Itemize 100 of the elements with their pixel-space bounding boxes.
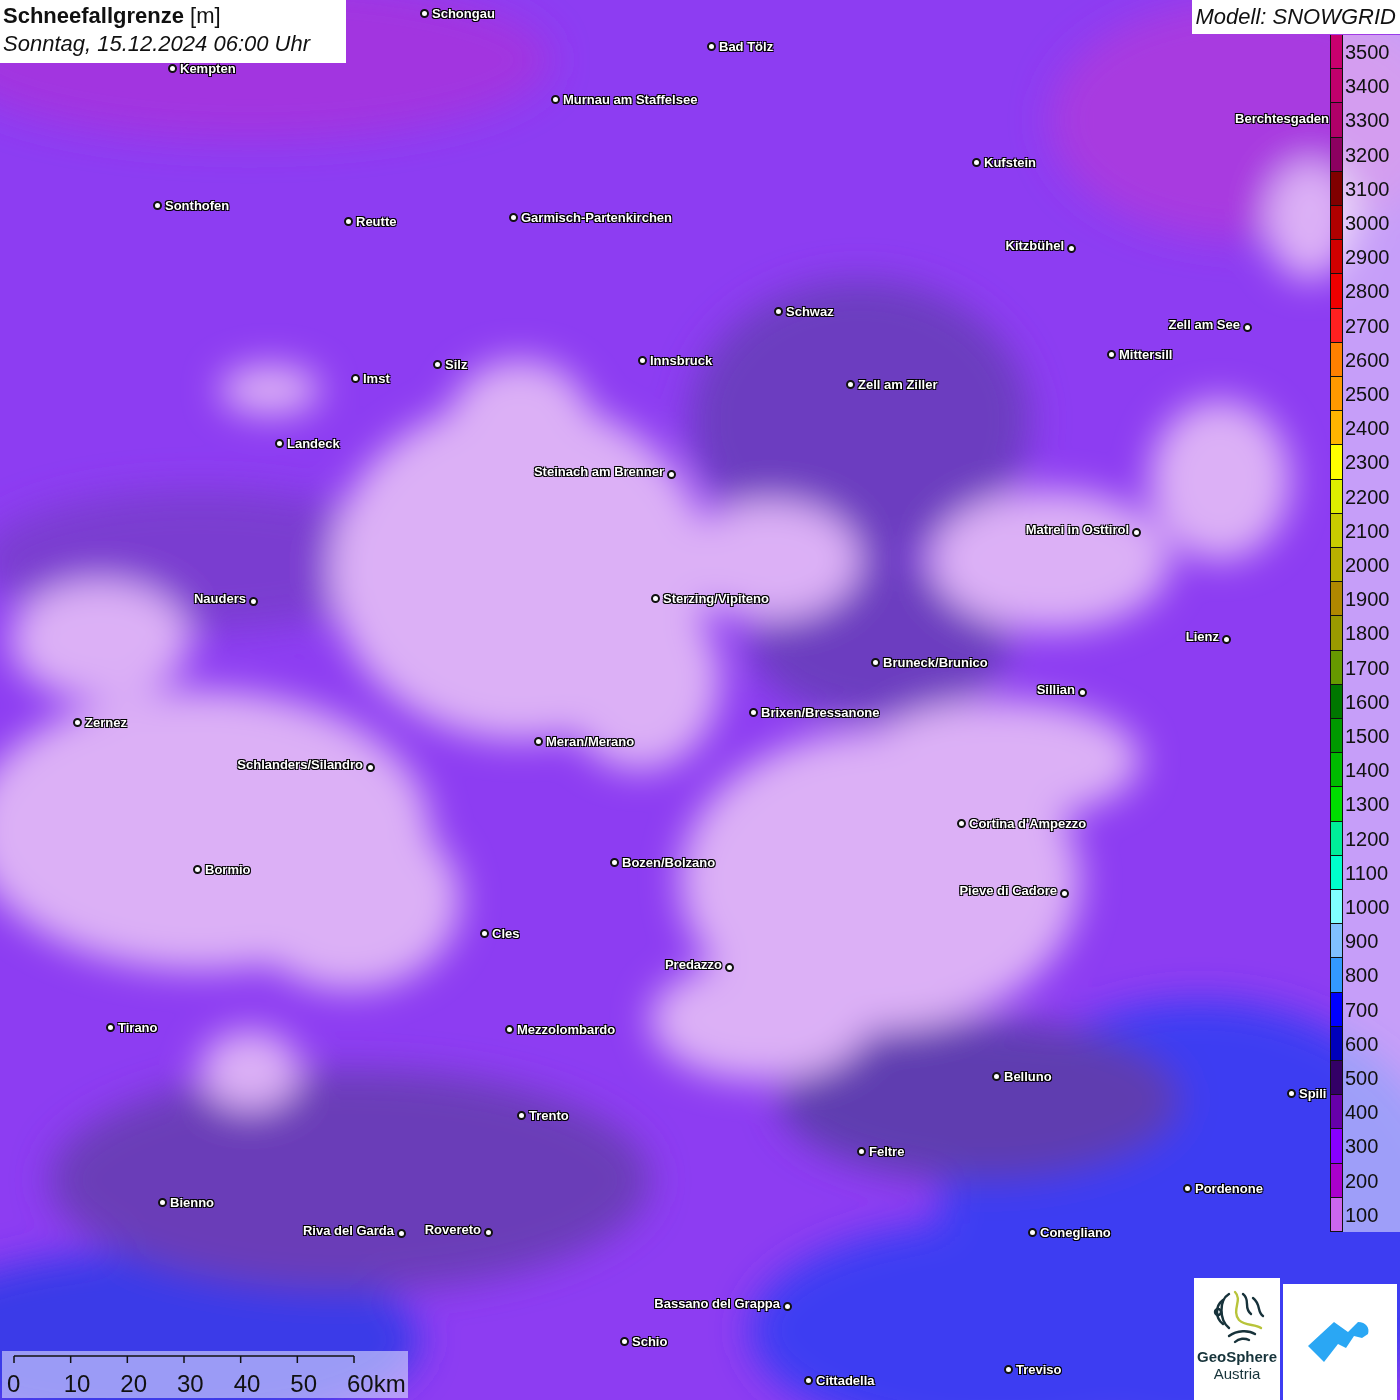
city-dot <box>157 1197 167 1207</box>
legend-label: 900 <box>1345 930 1379 953</box>
city-dot <box>508 212 518 222</box>
city-label: Feltre <box>869 1144 905 1159</box>
logo-name: GeoSphere <box>1197 1348 1277 1365</box>
legend-label: 100 <box>1345 1203 1379 1226</box>
legend-label: 300 <box>1345 1135 1379 1158</box>
city-label: Schongau <box>432 6 495 21</box>
city-label: Steinach am Brenner <box>533 464 664 479</box>
legend-label: 1400 <box>1345 759 1390 782</box>
city-dot <box>1182 1183 1192 1193</box>
city-label: Brixen/Bressanone <box>761 705 880 720</box>
city-dot <box>72 717 82 727</box>
legend-label: 2700 <box>1345 314 1390 337</box>
city-dot <box>991 1071 1001 1081</box>
city-dot <box>1221 634 1231 644</box>
city-label: Tirano <box>118 1020 158 1035</box>
legend-label: 2800 <box>1345 280 1390 303</box>
logo-subtitle: Austria <box>1213 1365 1261 1382</box>
city-label: Matrei in Osttirol <box>1025 522 1129 537</box>
city-dot <box>274 438 284 448</box>
city-dot <box>432 359 442 369</box>
city-dot <box>609 857 619 867</box>
city-dot <box>192 864 202 874</box>
city-dot <box>782 1301 792 1311</box>
city-dot <box>1059 888 1069 898</box>
legend-label: 700 <box>1345 998 1379 1021</box>
legend-label: 2900 <box>1345 246 1390 269</box>
city-dot <box>845 379 855 389</box>
city-label: Schio <box>632 1334 668 1349</box>
city-label: Sterzing/Vipiteno <box>663 591 769 606</box>
legend-label: 3200 <box>1345 143 1390 166</box>
city-label: Berchtesgaden <box>1235 111 1329 126</box>
city-dot <box>152 200 162 210</box>
city-dot <box>870 657 880 667</box>
scale-label: 20 <box>120 1371 148 1397</box>
city-label: Sillian <box>1036 682 1075 697</box>
city-dot <box>504 1024 514 1034</box>
city-dot <box>650 593 660 603</box>
legend-label: 3300 <box>1345 109 1390 132</box>
map-title: Schneefallgrenze [m] <box>3 2 222 30</box>
city-dot <box>724 962 734 972</box>
legend-label: 2100 <box>1345 519 1390 542</box>
city-label: Bad Tölz <box>719 39 774 54</box>
city-label: Spili <box>1299 1086 1327 1101</box>
scale-label: 10 <box>63 1371 91 1397</box>
city-dot <box>483 1227 493 1237</box>
city-dot <box>666 469 676 479</box>
legend-label: 3400 <box>1345 75 1390 98</box>
city-dot <box>365 762 375 772</box>
city-label: Schwaz <box>786 304 834 319</box>
city-label: Landeck <box>287 436 340 451</box>
city-dot <box>248 596 258 606</box>
legend-label: 800 <box>1345 964 1379 987</box>
city-dot <box>343 216 353 226</box>
city-label: Rovereto <box>424 1222 481 1237</box>
legend-label: 1800 <box>1345 622 1390 645</box>
legend-label: 400 <box>1345 1101 1379 1124</box>
city-label: Conegliano <box>1040 1225 1111 1240</box>
city-label: Mezzolombardo <box>517 1022 616 1037</box>
city-label: Sonthofen <box>165 198 230 213</box>
city-dot <box>803 1375 813 1385</box>
scale-label: 60km <box>347 1371 406 1397</box>
city-label: Mittersill <box>1119 347 1173 362</box>
city-dot <box>1077 687 1087 697</box>
city-label: Zell am See <box>1168 317 1240 332</box>
city-dot <box>1003 1364 1013 1374</box>
model-label: Modell: SNOWGRID <box>1191 0 1400 34</box>
city-dot <box>856 1146 866 1156</box>
city-label: Trento <box>529 1108 569 1123</box>
city-dot <box>396 1228 406 1238</box>
legend-label: 200 <box>1345 1169 1379 1192</box>
city-dot <box>1106 349 1116 359</box>
legend-label: 2000 <box>1345 554 1390 577</box>
city-dot <box>748 707 758 717</box>
legend-label: 2200 <box>1345 485 1390 508</box>
legend-label: 2600 <box>1345 348 1390 371</box>
scale-label: 40 <box>233 1371 261 1397</box>
city-label: Reutte <box>356 214 397 229</box>
city-label: Belluno <box>1004 1069 1052 1084</box>
city-label: Nauders <box>193 591 246 606</box>
city-dot <box>419 8 429 18</box>
city-label: Lienz <box>1185 629 1219 644</box>
city-dot <box>619 1336 629 1346</box>
city-label: Riva del Garda <box>302 1223 394 1238</box>
city-dot <box>637 355 647 365</box>
city-dot <box>1131 527 1141 537</box>
legend-label: 1700 <box>1345 656 1390 679</box>
city-dot <box>1027 1227 1037 1237</box>
city-dot <box>773 306 783 316</box>
city-label: Bozen/Bolzano <box>622 855 716 870</box>
city-dot <box>1286 1088 1296 1098</box>
city-label: Garmisch-Partenkirchen <box>521 210 672 225</box>
city-dot <box>516 1110 526 1120</box>
city-label: Imst <box>363 371 390 386</box>
city-label: Murnau am Staffelsee <box>563 92 698 107</box>
city-label: Pordenone <box>1195 1181 1263 1196</box>
city-label: Kempten <box>180 61 236 76</box>
city-label: Schlanders/Silandro <box>237 757 363 772</box>
legend-label: 2400 <box>1345 417 1390 440</box>
